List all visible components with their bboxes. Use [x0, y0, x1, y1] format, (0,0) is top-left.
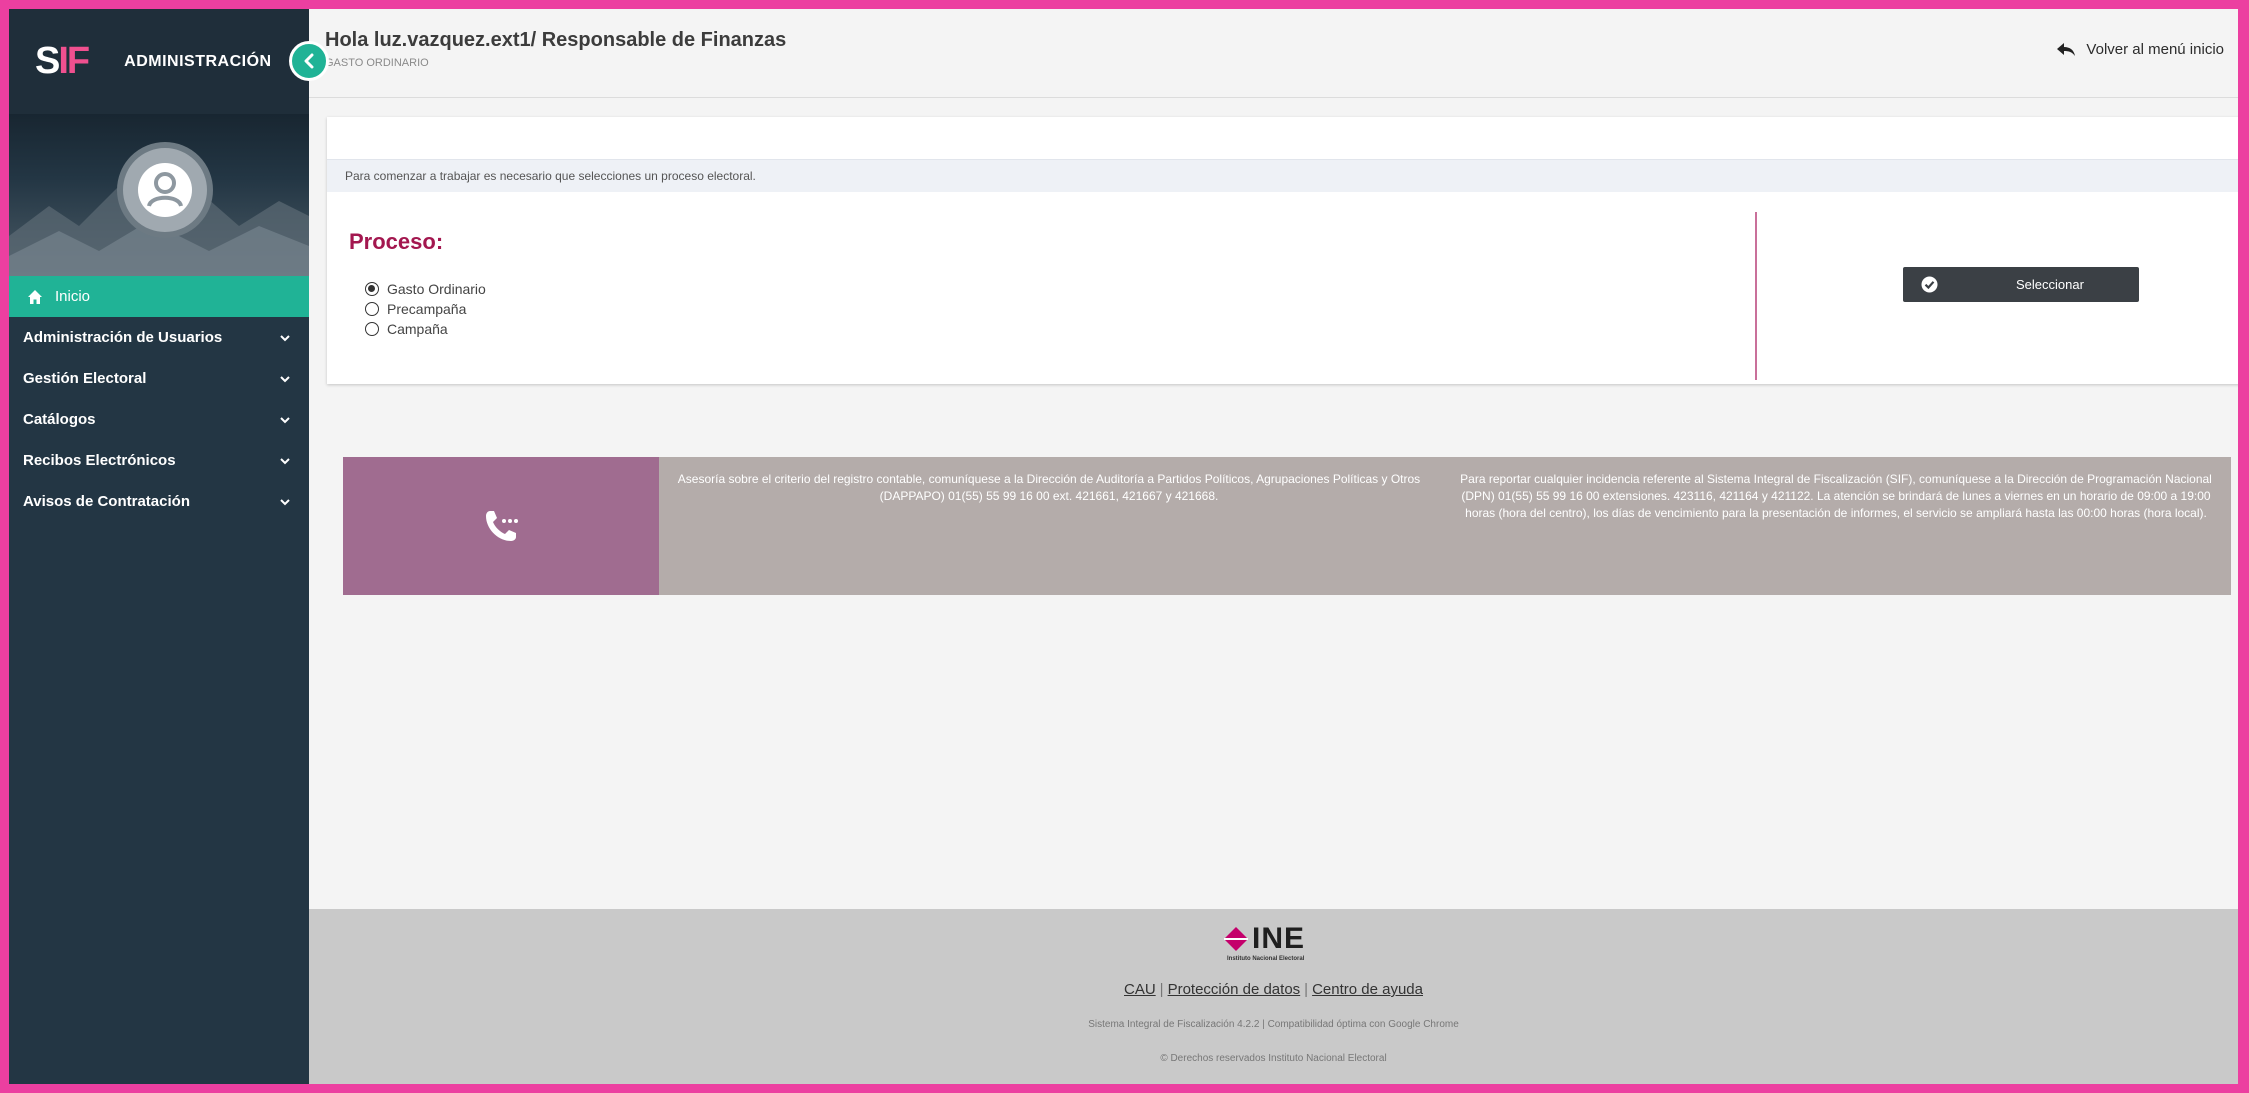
link-separator: |	[1159, 981, 1164, 998]
home-icon	[28, 289, 42, 304]
sidebar-item-label: Inicio	[55, 288, 91, 305]
chevron-down-icon	[280, 416, 290, 423]
sidebar-item-label: Avisos de Contratación	[23, 493, 190, 510]
brand-title: ADMINISTRACIÓN	[124, 52, 272, 70]
link-separator: |	[1304, 981, 1309, 998]
user-greeting: Hola luz.vazquez.ext1/ Responsable de Fi…	[325, 29, 787, 51]
sidebar-nav: Inicio Administración de Usuarios Gestió…	[9, 276, 309, 522]
footer-link-centro-ayuda[interactable]: Centro de ayuda	[1312, 981, 1423, 998]
chevron-down-icon	[280, 375, 290, 382]
user-icon	[138, 163, 192, 217]
radio-gasto-ordinario[interactable]: Gasto Ordinario	[365, 279, 486, 299]
help-text-incidents: Para reportar cualquier incidencia refer…	[1460, 472, 2212, 520]
footer-version: Sistema Integral de Fiscalización 4.2.2 …	[1088, 1019, 1459, 1030]
chevron-down-icon	[280, 334, 290, 341]
sidebar-item-label: Gestión Electoral	[23, 370, 147, 387]
sif-logo[interactable]: SIF	[35, 40, 90, 83]
select-process-button[interactable]: Seleccionar	[1903, 267, 2139, 302]
vertical-divider	[1755, 212, 1757, 380]
check-circle-icon	[1921, 276, 1938, 293]
chevron-down-icon	[280, 457, 290, 464]
reply-arrow-icon	[2057, 42, 2076, 56]
app-frame: SIF ADMINISTRACIÓN Inicio Administración…	[0, 0, 2249, 1093]
ine-logo-subtitle: Instituto Nacional Electoral	[1227, 956, 1305, 962]
sidebar-item-inicio[interactable]: Inicio	[9, 276, 309, 317]
radio-button-checked[interactable]	[365, 282, 379, 296]
profile-banner	[9, 114, 309, 276]
sidebar-item-gestion-electoral[interactable]: Gestión Electoral	[9, 358, 309, 399]
back-link-label: Volver al menú inicio	[2086, 41, 2224, 58]
sidebar-item-recibos-electronicos[interactable]: Recibos Electrónicos	[9, 440, 309, 481]
logo-letter-f: F	[66, 40, 90, 82]
radio-label: Campaña	[387, 321, 448, 337]
sidebar-item-label: Recibos Electrónicos	[23, 452, 176, 469]
footer-copyright: © Derechos reservados Instituto Nacional…	[1160, 1053, 1387, 1064]
help-icon-panel	[343, 457, 659, 595]
footer-links: CAU | Protección de datos | Centro de ayuda	[309, 981, 2238, 998]
logo-letter-i: I	[58, 40, 68, 82]
help-text-accounting: Asesoría sobre el criterio del registro …	[677, 472, 1421, 503]
radio-campana[interactable]: Campaña	[365, 319, 486, 339]
back-to-menu-link[interactable]: Volver al menú inicio	[2056, 41, 2224, 58]
sidebar-item-label: Catálogos	[23, 411, 96, 428]
sidebar-item-avisos-contratacion[interactable]: Avisos de Contratación	[9, 481, 309, 522]
process-title: Proceso:	[349, 229, 444, 254]
main-content: Hola luz.vazquez.ext1/ Responsable de Fi…	[309, 9, 2238, 1084]
radio-precampana[interactable]: Precampaña	[365, 299, 486, 319]
current-process-label: GASTO ORDINARIO	[325, 57, 429, 69]
select-button-label: Seleccionar	[2016, 277, 2084, 292]
help-banner: Asesoría sobre el criterio del registro …	[343, 457, 2231, 595]
sidebar-item-label: Administración de Usuarios	[23, 329, 223, 346]
ine-logo-word: INE	[1252, 922, 1306, 955]
radio-button[interactable]	[365, 302, 379, 316]
chevron-left-icon	[304, 53, 314, 69]
radio-button[interactable]	[365, 322, 379, 336]
process-radio-group: Gasto Ordinario Precampaña Campaña	[365, 279, 486, 339]
footer-link-cau[interactable]: CAU	[1124, 981, 1156, 998]
sidebar: SIF ADMINISTRACIÓN Inicio Administración…	[9, 9, 329, 1084]
ine-diamond-icon	[1224, 927, 1248, 951]
footer-link-proteccion-datos[interactable]: Protección de datos	[1168, 981, 1301, 998]
chevron-down-icon	[280, 498, 290, 505]
top-header: Hola luz.vazquez.ext1/ Responsable de Fi…	[309, 9, 2238, 98]
process-card: Para comenzar a trabajar es necesario qu…	[327, 117, 2238, 384]
sidebar-item-catalogos[interactable]: Catálogos	[9, 399, 309, 440]
radio-label: Precampaña	[387, 301, 467, 317]
phone-icon	[486, 511, 518, 541]
sidebar-collapse-button[interactable]	[289, 41, 329, 81]
radio-label: Gasto Ordinario	[387, 281, 486, 297]
ine-logo: INE	[1222, 922, 1305, 956]
brand-header: SIF ADMINISTRACIÓN	[9, 9, 329, 114]
user-avatar[interactable]	[117, 142, 213, 238]
sidebar-item-administracion-usuarios[interactable]: Administración de Usuarios	[9, 317, 309, 358]
logo-letter-s: S	[35, 40, 60, 82]
footer: INE Instituto Nacional Electoral CAU | Pro…	[309, 909, 2238, 1084]
process-instruction: Para comenzar a trabajar es necesario qu…	[327, 159, 2238, 192]
